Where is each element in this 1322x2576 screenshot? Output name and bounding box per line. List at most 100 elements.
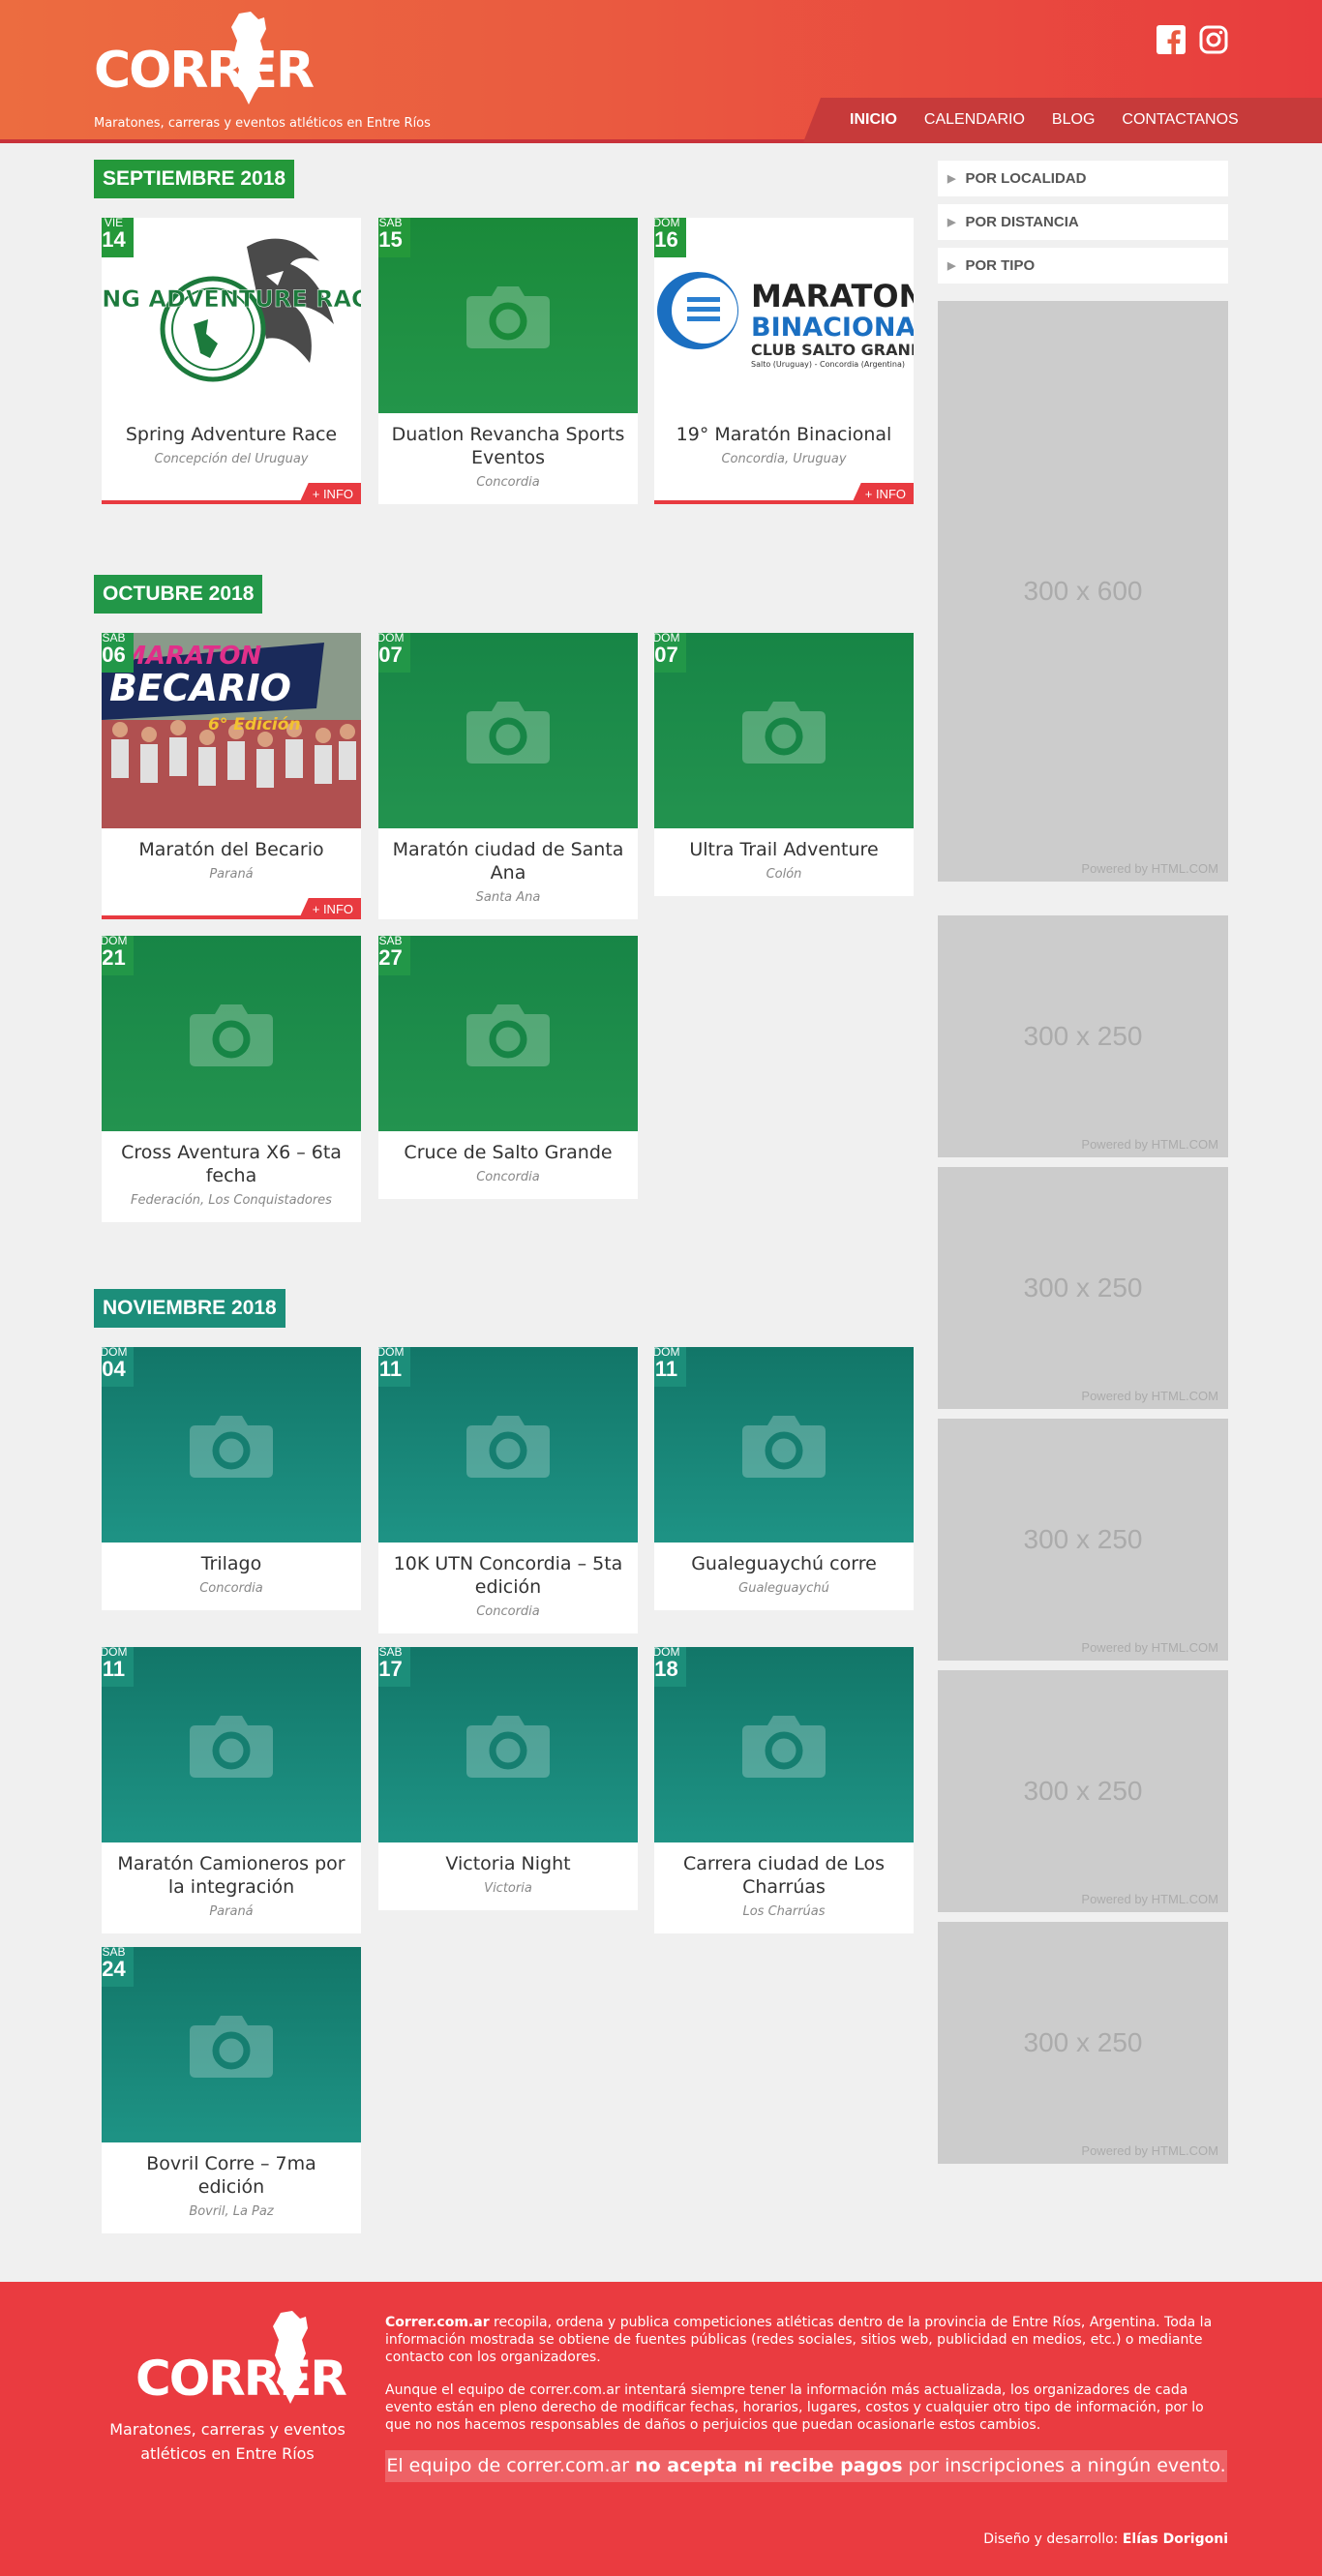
info-button[interactable]: + INFO bbox=[851, 483, 914, 504]
event-title[interactable]: Maratón del Becario bbox=[102, 828, 361, 861]
ad-banner-300x250[interactable]: 300 x 250 Powered by HTML.COM bbox=[938, 915, 1228, 1157]
ad-banner-300x250[interactable]: 300 x 250 Powered by HTML.COM bbox=[938, 1419, 1228, 1661]
event-image: SPRING ADVENTURE RACE VIE 14 bbox=[102, 218, 361, 413]
ad-powered-label: Powered by HTML.COM bbox=[1081, 1892, 1218, 1906]
event-image-placeholder: DOM 18 bbox=[654, 1647, 914, 1842]
ad-size-label: 300 x 250 bbox=[1023, 2027, 1143, 2057]
camera-icon bbox=[190, 1416, 273, 1478]
camera-icon bbox=[742, 1416, 826, 1478]
event-title[interactable]: Maratón Camioneros por la integración bbox=[102, 1842, 361, 1899]
event-day: 07 bbox=[378, 643, 403, 667]
event-date: DOM 07 bbox=[654, 633, 686, 673]
ad-banner-300x250[interactable]: 300 x 250 Powered by HTML.COM bbox=[938, 1922, 1228, 2164]
event-date: DOM 16 bbox=[654, 218, 686, 257]
event-title[interactable]: Carrera ciudad de Los Charrúas bbox=[654, 1842, 914, 1899]
event-date: DOM 11 bbox=[102, 1647, 134, 1687]
event-date: DOM 04 bbox=[102, 1347, 134, 1387]
instagram-icon[interactable] bbox=[1199, 25, 1228, 54]
filter-label: POR TIPO bbox=[965, 257, 1036, 274]
footer-logo[interactable]: CORRER bbox=[135, 2311, 347, 2407]
event-place: Concordia bbox=[476, 1170, 540, 1184]
event-title[interactable]: Ultra Trail Adventure bbox=[654, 828, 914, 861]
filter-tipo[interactable]: ▶ POR TIPO bbox=[938, 248, 1228, 284]
event-place: Gualeguaychú bbox=[738, 1581, 829, 1596]
info-button[interactable]: + INFO bbox=[298, 898, 361, 919]
event-card[interactable]: SAB 27 Cruce de Salto Grande Concordia bbox=[378, 936, 638, 1199]
credit-author-link[interactable]: Elías Dorigoni bbox=[1123, 2531, 1228, 2547]
event-card[interactable]: SAB 17 Victoria Night Victoria bbox=[378, 1647, 638, 1910]
event-place: Colón bbox=[766, 867, 802, 882]
event-card[interactable]: SAB 15 Duatlon Revancha Sports Eventos C… bbox=[378, 218, 638, 504]
triangle-right-icon: ▶ bbox=[947, 173, 956, 185]
event-day: 16 bbox=[654, 227, 678, 252]
event-title[interactable]: Gualeguaychú corre bbox=[654, 1543, 914, 1575]
event-day: 11 bbox=[378, 1357, 403, 1381]
event-day: 14 bbox=[102, 227, 126, 252]
event-card[interactable]: DOM 11 Maratón Camioneros por la integra… bbox=[102, 1647, 361, 1933]
event-title[interactable]: Victoria Night bbox=[378, 1842, 638, 1875]
event-title[interactable]: 10K UTN Concordia – 5ta edición bbox=[378, 1543, 638, 1599]
event-date: DOM 21 bbox=[102, 936, 134, 975]
nav-contactanos[interactable]: CONTACTANOS bbox=[1108, 111, 1251, 129]
ad-banner-300x600[interactable]: 300 x 600 Powered by HTML.COM bbox=[938, 301, 1228, 882]
camera-icon bbox=[466, 1004, 550, 1066]
event-title[interactable]: Duatlon Revancha Sports Eventos bbox=[378, 413, 638, 469]
event-title[interactable]: Trilago bbox=[102, 1543, 361, 1575]
event-title[interactable]: Cross Aventura X6 – 6ta fecha bbox=[102, 1131, 361, 1187]
becario-edition: 6° Edición bbox=[208, 715, 301, 734]
filter-distancia[interactable]: ▶ POR DISTANCIA bbox=[938, 204, 1228, 240]
nav-inicio[interactable]: INICIO bbox=[836, 111, 911, 129]
event-image-placeholder: DOM 04 bbox=[102, 1347, 361, 1543]
sidebar: ▶ POR LOCALIDAD ▶ POR DISTANCIA ▶ POR TI… bbox=[938, 161, 1228, 2164]
ad-size-label: 300 x 250 bbox=[1023, 1524, 1143, 1554]
ad-banner-300x250[interactable]: 300 x 250 Powered by HTML.COM bbox=[938, 1670, 1228, 1912]
camera-icon bbox=[742, 1716, 826, 1778]
event-image-placeholder: SAB 15 bbox=[378, 218, 638, 413]
info-button[interactable]: + INFO bbox=[298, 483, 361, 504]
event-date: DOM 11 bbox=[654, 1347, 686, 1387]
event-day: 11 bbox=[102, 1657, 126, 1681]
event-card[interactable]: SPRING ADVENTURE RACE VIE 14 Spring Adve… bbox=[102, 218, 361, 504]
event-card[interactable]: DOM 11 10K UTN Concordia – 5ta edición C… bbox=[378, 1347, 638, 1633]
facebook-icon[interactable] bbox=[1157, 25, 1186, 54]
nav-calendario[interactable]: CALENDARIO bbox=[911, 111, 1038, 129]
event-title[interactable]: Maratón ciudad de Santa Ana bbox=[378, 828, 638, 884]
ad-banner-300x250[interactable]: 300 x 250 Powered by HTML.COM bbox=[938, 1167, 1228, 1409]
event-day: 15 bbox=[378, 227, 403, 252]
event-image-placeholder: SAB 27 bbox=[378, 936, 638, 1131]
event-card[interactable]: MARATON BINACIONAL CLUB SALTO GRANDE Sal… bbox=[654, 218, 914, 504]
event-title[interactable]: 19° Maratón Binacional bbox=[654, 413, 914, 446]
event-card[interactable]: DOM 07 Maratón ciudad de Santa Ana Santa… bbox=[378, 633, 638, 919]
event-title[interactable]: Spring Adventure Race bbox=[102, 413, 361, 446]
event-card[interactable]: SAB 24 Bovril Corre – 7ma edición Bovril… bbox=[102, 1947, 361, 2233]
footer-paragraph-1: Correr.com.ar recopila, ordena y publica… bbox=[385, 2314, 1227, 2366]
filter-label: POR LOCALIDAD bbox=[965, 170, 1087, 187]
event-image: MARATON BINACIONAL CLUB SALTO GRANDE Sal… bbox=[654, 218, 914, 413]
maraton-binacional-logo: MARATON BINACIONAL CLUB SALTO GRANDE Sal… bbox=[657, 272, 914, 369]
payment-notice: El equipo de correr.com.ar no acepta ni … bbox=[385, 2450, 1227, 2482]
event-card[interactable]: DOM 07 Ultra Trail Adventure Colón bbox=[654, 633, 914, 896]
event-title[interactable]: Bovril Corre – 7ma edición bbox=[102, 2142, 361, 2199]
event-date: DOM 11 bbox=[378, 1347, 410, 1387]
event-image-placeholder: SAB 17 bbox=[378, 1647, 638, 1842]
site-logo[interactable]: CORRER bbox=[94, 12, 315, 105]
event-place: Concordia bbox=[199, 1581, 263, 1596]
filter-localidad[interactable]: ▶ POR LOCALIDAD bbox=[938, 161, 1228, 196]
event-image-placeholder: DOM 21 bbox=[102, 936, 361, 1131]
logo-subtitle: Salto (Uruguay) - Concordia (Argentina) bbox=[751, 360, 905, 369]
ad-size-label: 300 x 250 bbox=[1023, 1021, 1143, 1051]
event-day: 06 bbox=[102, 643, 126, 667]
event-place: Bovril, La Paz bbox=[189, 2204, 274, 2219]
event-card[interactable]: DOM 11 Gualeguaychú corre Gualeguaychú bbox=[654, 1347, 914, 1610]
notice-post: por inscripciones a ningún evento. bbox=[902, 2455, 1226, 2476]
main-nav: INICIO CALENDARIO BLOG CONTACTANOS bbox=[803, 98, 1322, 142]
ad-powered-label: Powered by HTML.COM bbox=[1081, 861, 1218, 876]
month-title-noviembre: NOVIEMBRE 2018 bbox=[94, 1289, 285, 1328]
becario-word-becario: BECARIO bbox=[109, 667, 291, 709]
nav-blog[interactable]: BLOG bbox=[1038, 111, 1108, 129]
event-card[interactable]: DOM 21 Cross Aventura X6 – 6ta fecha Fed… bbox=[102, 936, 361, 1222]
event-card[interactable]: DOM 18 Carrera ciudad de Los Charrúas Lo… bbox=[654, 1647, 914, 1933]
event-card[interactable]: MARATON BECARIO 6° Edición SAB 06 Marató… bbox=[102, 633, 361, 919]
event-title[interactable]: Cruce de Salto Grande bbox=[378, 1131, 638, 1164]
event-card[interactable]: DOM 04 Trilago Concordia bbox=[102, 1347, 361, 1610]
